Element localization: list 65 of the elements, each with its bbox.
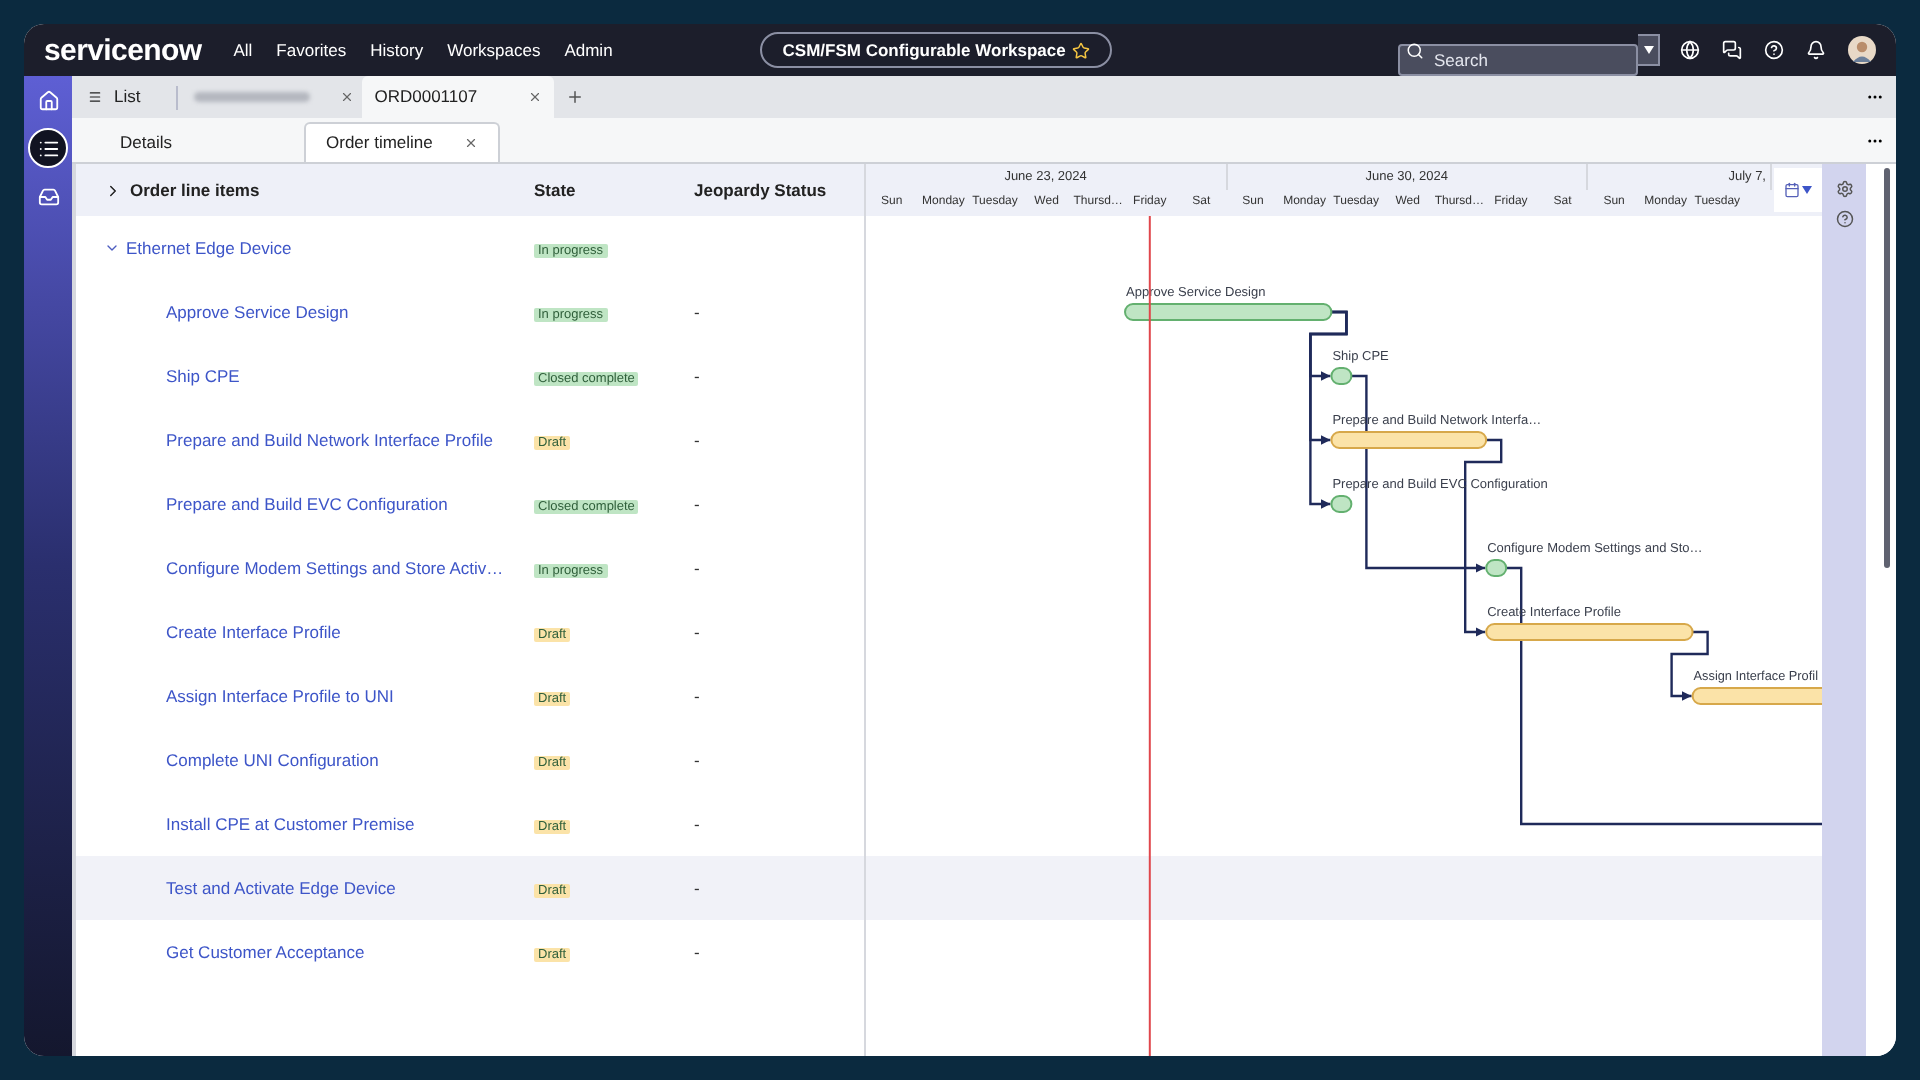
jeopardy-value: - <box>692 427 700 453</box>
home-icon <box>37 89 59 111</box>
chevron-icon[interactable] <box>104 240 120 256</box>
jeopardy-value: - <box>692 939 700 965</box>
star-icon[interactable] <box>1071 41 1090 59</box>
search-dropdown[interactable] <box>1638 34 1660 66</box>
line-item-link[interactable]: Configure Modem Settings and Store Activ… <box>166 557 504 578</box>
jeopardy-value: - <box>692 363 700 389</box>
line-item-link[interactable]: Ship CPE <box>166 365 240 386</box>
line-item-link[interactable]: Prepare and Build Network Interface Profile <box>166 429 493 450</box>
milestone-marker[interactable] <box>1330 495 1353 513</box>
chat-icon[interactable] <box>1722 40 1742 60</box>
list-tab[interactable]: List <box>80 76 149 118</box>
jeopardy-value: - <box>692 811 700 837</box>
add-tab-icon[interactable] <box>566 88 585 106</box>
milestone-marker[interactable] <box>1485 559 1508 577</box>
jeopardy-value: - <box>692 619 700 645</box>
line-item-link[interactable]: Assign Interface Profile to UNI <box>166 685 394 706</box>
line-item-link[interactable]: Complete UNI Configuration <box>166 749 379 770</box>
line-item-link[interactable]: Ethernet Edge Device <box>126 235 292 261</box>
menu-icon <box>88 90 102 104</box>
avatar[interactable] <box>1848 36 1876 64</box>
caret-icon <box>1802 186 1812 194</box>
nav-link[interactable]: History <box>370 37 424 63</box>
list-nav-button[interactable] <box>28 128 68 168</box>
blurred-label <box>194 92 311 102</box>
close-icon[interactable] <box>464 136 478 150</box>
column-header[interactable]: Order line items <box>130 177 260 203</box>
chevron-icon[interactable] <box>104 181 122 199</box>
nav-link[interactable]: All <box>233 37 253 63</box>
line-item-link[interactable]: Prepare and Build EVC Configuration <box>166 493 448 514</box>
settings-icon[interactable] <box>1835 180 1853 198</box>
jeopardy-value: - <box>692 299 700 325</box>
nav-link[interactable]: Favorites <box>276 37 347 63</box>
subtab[interactable]: Order timeline <box>304 122 500 162</box>
calendar-icon <box>1784 182 1800 198</box>
close-icon[interactable] <box>340 90 355 104</box>
line-item-link[interactable]: Install CPE at Customer Premise <box>166 813 415 834</box>
logo[interactable]: servicenow <box>44 35 202 65</box>
record-tab[interactable]: ORD0001107 <box>362 76 555 118</box>
line-item-link[interactable]: Get Customer Acceptance <box>166 941 365 962</box>
jeopardy-value: - <box>692 683 700 709</box>
line-item-link[interactable]: Create Interface Profile <box>166 621 341 642</box>
column-header[interactable]: State <box>518 177 678 203</box>
close-icon[interactable] <box>528 90 543 104</box>
globe-icon[interactable] <box>1680 40 1700 60</box>
jeopardy-value: - <box>692 875 700 901</box>
workspace-pill[interactable]: CSM/FSM Configurable Workspace <box>760 32 1112 68</box>
jeopardy-value: - <box>692 747 700 773</box>
nav-link[interactable]: Workspaces <box>447 37 541 63</box>
caret-icon <box>1643 46 1653 54</box>
milestone-marker[interactable] <box>1330 367 1353 385</box>
jeopardy-value: - <box>692 555 700 581</box>
bell-icon[interactable] <box>1806 40 1826 60</box>
inbox-icon <box>37 185 59 207</box>
nav-link[interactable]: Admin <box>564 37 613 63</box>
column-header[interactable]: Jeopardy Status <box>678 177 827 203</box>
subtab[interactable]: Details <box>100 122 304 162</box>
scrollbar[interactable] <box>1884 168 1890 568</box>
search-field[interactable]: Search <box>1398 44 1638 76</box>
line-item-link[interactable]: Approve Service Design <box>166 301 349 322</box>
search-icon <box>1406 41 1424 59</box>
line-item-link[interactable]: Test and Activate Edge Device <box>166 877 396 898</box>
jeopardy-value: - <box>692 491 700 517</box>
calendar-dropdown[interactable] <box>1774 168 1822 212</box>
